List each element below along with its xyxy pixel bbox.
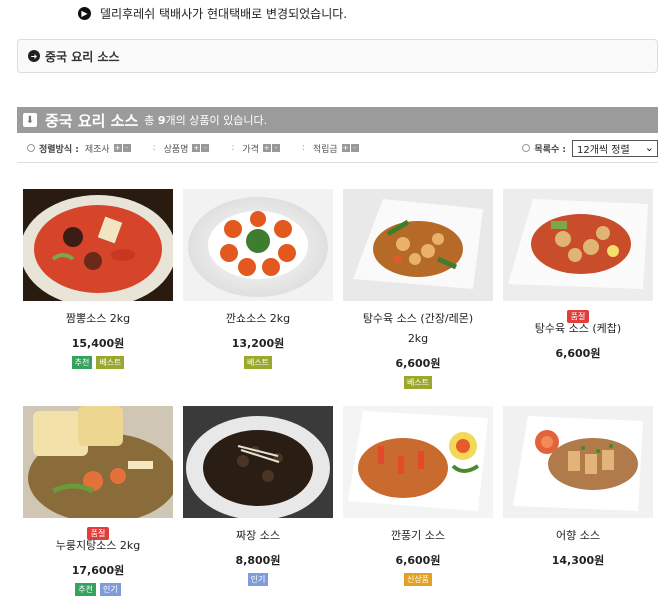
category-link[interactable]: 중국 요리 소스 (45, 48, 120, 65)
sort-up-icon[interactable]: + (113, 144, 122, 152)
sort-option-points[interactable]: 적립금 + - (313, 142, 359, 155)
product-image[interactable] (343, 406, 493, 518)
product-price: 8,800원 (235, 554, 281, 567)
product-count: 9 (157, 113, 166, 127)
product-price: 17,600원 (71, 564, 125, 577)
sort-up-icon[interactable]: + (341, 144, 350, 152)
product-name[interactable]: 깐쇼소스 2kg (183, 309, 333, 329)
badge-group: 신상품 (343, 573, 493, 586)
sort-down-icon[interactable]: - (122, 144, 131, 152)
sort-down-icon[interactable]: - (201, 144, 210, 152)
badge-group: 베스트 (343, 376, 493, 389)
sort-row: 정렬방식 : 제조사 + - : 상품명 + - : 가격 + - : 적립금 + - … (17, 137, 658, 159)
sort-down-icon[interactable]: - (271, 144, 280, 152)
sort-option-name[interactable]: 상품명 + - (164, 142, 210, 155)
sort-option-label: 제조사 (84, 144, 110, 155)
sort-option-label: 상품명 (163, 144, 189, 155)
list-header-bar: ⬇ 중국 요리 소스 총 9 개의 상품이 있습니다. (17, 107, 658, 133)
product-badge: 추천 (71, 356, 93, 369)
category-box: ➜ 중국 요리 소스 (17, 39, 658, 73)
notice-text: 델리후레쉬 택배사가 현대택배로 변경되었습니다. (100, 6, 348, 21)
sort-option-maker[interactable]: 제조사 + - (85, 142, 131, 155)
product-image[interactable] (503, 189, 653, 301)
notice-line: ▶ 델리후레쉬 택배사가 현대택배로 변경되었습니다. (78, 4, 347, 22)
product-image[interactable] (183, 189, 333, 301)
product-badge: 베스트 (403, 376, 433, 389)
product-card[interactable]: 짜장 소스 8,800원인기 (183, 406, 333, 586)
count-prefix: 총 (144, 114, 155, 127)
product-image[interactable] (23, 406, 173, 518)
product-image[interactable] (503, 406, 653, 518)
product-image[interactable] (183, 406, 333, 518)
chevron-down-icon: ⌄ (644, 140, 654, 154)
list-count-label: 목록수 : (534, 144, 566, 155)
product-card[interactable]: 어향 소스 14,300원 (503, 406, 653, 568)
product-price: 15,400원 (71, 337, 125, 350)
product-card[interactable]: 품절 탕수육 소스 (케찹) 6,600원 (503, 189, 653, 361)
product-card[interactable]: 깐쇼소스 2kg 13,200원베스트 (183, 189, 333, 369)
sort-up-icon[interactable]: + (192, 144, 201, 152)
product-price: 14,300원 (551, 554, 605, 567)
product-price: 13,200원 (231, 337, 285, 350)
list-bullet-icon (522, 144, 531, 152)
product-card[interactable]: 품절 누룽지탕소스 2kg 17,600원 추천 인기 (23, 406, 173, 596)
sort-up-icon[interactable]: + (262, 144, 271, 152)
count-suffix: 개의 상품이 있습니다. (165, 114, 268, 127)
badge-group: 추천 베스트 (23, 356, 173, 369)
sort-bullet-icon (27, 144, 35, 152)
badge-group: 베스트 (183, 356, 333, 369)
product-badge: 베스트 (96, 356, 125, 369)
divider: : (301, 143, 305, 153)
product-name[interactable]: 누룽지탕소스 2kg (23, 536, 173, 556)
badge-group: 추천 인기 (23, 583, 173, 596)
sort-option-label: 적립금 (312, 144, 338, 155)
product-card[interactable]: 깐풍기 소스 6,600원신상품 (343, 406, 493, 586)
down-arrow-icon: ⬇ (23, 113, 37, 127)
product-name[interactable]: 탕수육 소스 (케찹) (503, 319, 653, 339)
product-badge: 추천 (75, 583, 96, 596)
sort-option-price[interactable]: 가격 + - (242, 142, 280, 155)
product-price: 6,600원 (395, 357, 441, 370)
product-name[interactable]: 짬뽕소스 2kg (23, 309, 173, 329)
divider-line (17, 162, 658, 163)
product-card[interactable]: 탕수육 소스 (간장/레몬) 2kg 6,600원베스트 (343, 189, 493, 389)
product-badge: 베스트 (243, 356, 273, 369)
list-count-group: 목록수 : 12개씩 정렬 ⌄ (512, 139, 658, 157)
badge-group: 인기 (183, 573, 333, 586)
product-price: 6,600원 (555, 347, 601, 360)
product-badge: 인기 (100, 583, 121, 596)
product-image[interactable] (23, 189, 173, 301)
sort-down-icon[interactable]: - (350, 144, 359, 152)
product-name[interactable]: 깐풍기 소스 (343, 526, 493, 546)
list-count-value: 12개씩 정렬 (577, 144, 630, 156)
sort-option-label: 가격 (242, 144, 259, 155)
divider: : (231, 143, 235, 153)
product-name[interactable]: 짜장 소스 (183, 526, 333, 546)
product-name[interactable]: 탕수육 소스 (간장/레몬) 2kg (358, 309, 478, 349)
sort-label: 정렬방식 : (39, 144, 79, 155)
arrow-bullet-icon: ➜ (28, 50, 40, 62)
product-badge: 신상품 (403, 573, 433, 586)
product-name[interactable]: 어향 소스 (503, 526, 653, 546)
divider: : (152, 143, 156, 153)
product-image[interactable] (343, 189, 493, 301)
play-bullet-icon: ▶ (78, 6, 91, 20)
list-count-select[interactable]: 12개씩 정렬 ⌄ (572, 139, 658, 157)
product-card[interactable]: 짬뽕소스 2kg 15,400원추천 베스트 (23, 189, 173, 369)
list-header-title: 중국 요리 소스 (45, 111, 139, 130)
product-badge: 인기 (247, 573, 269, 586)
product-price: 6,600원 (395, 554, 441, 567)
